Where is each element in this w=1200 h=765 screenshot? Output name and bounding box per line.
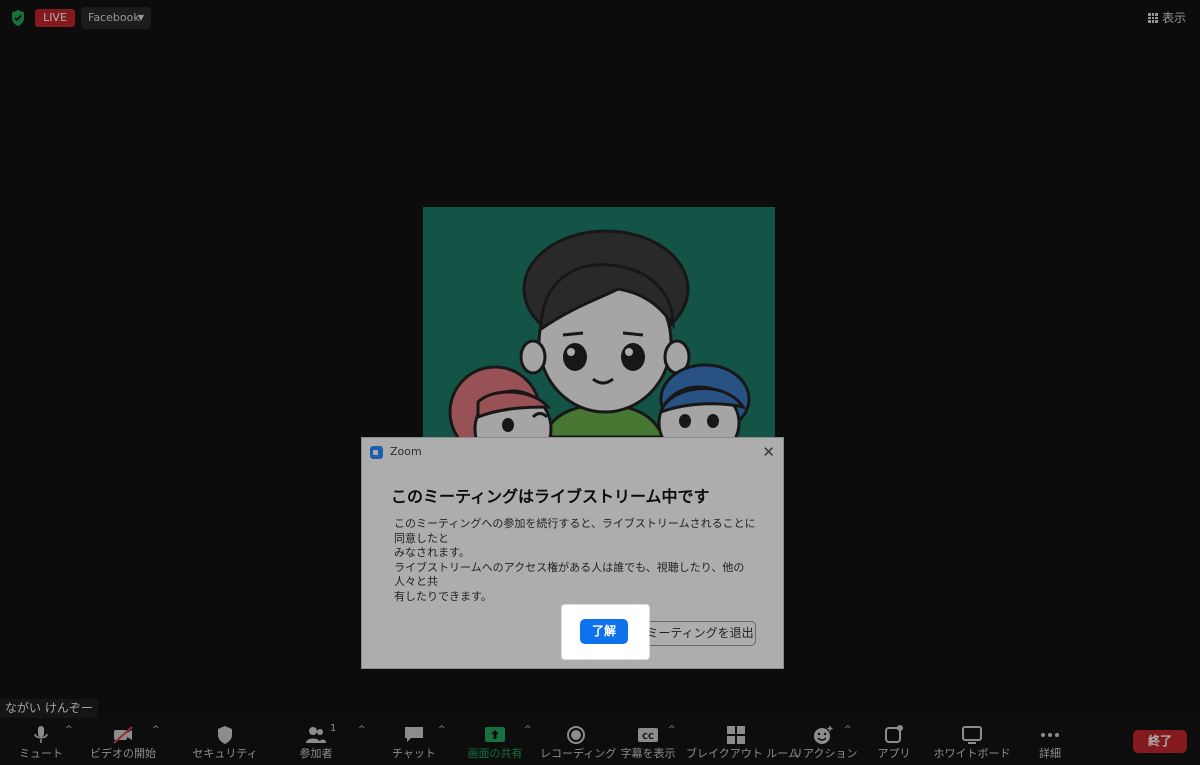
breakout-rooms-icon: [727, 726, 745, 744]
participant-name-label: ながい けんぞー: [0, 699, 98, 718]
share-screen-button[interactable]: 画面の共有: [462, 718, 528, 765]
share-screen-icon: [485, 727, 505, 742]
ok-button-highlight: 了解: [562, 605, 649, 659]
end-meeting-button[interactable]: 終了: [1133, 730, 1187, 753]
chevron-up-icon[interactable]: ^: [358, 725, 366, 735]
chevron-up-icon[interactable]: ^: [844, 725, 852, 735]
meeting-toolbar: ミュート ^ ビデオの開始 ^ セキュリティ 1 参加者 ^ チャット ^ 画面…: [0, 718, 1200, 765]
shield-icon: [218, 726, 232, 744]
dialog-body-line: ライブストリームへのアクセス権がある人は誰でも、視聴したり、他の人々と共: [394, 560, 745, 589]
meeting-top-bar: LIVE Facebook ▼ 表示: [0, 0, 1200, 36]
chat-icon: [405, 727, 423, 742]
whiteboard-button[interactable]: ホワイトボード: [932, 718, 1012, 765]
ok-button[interactable]: 了解: [580, 619, 628, 644]
participants-icon: [306, 727, 326, 743]
dialog-titlebar: Zoom ✕: [362, 438, 783, 466]
share-screen-label: 画面の共有: [467, 747, 523, 760]
chevron-up-icon[interactable]: ^: [668, 725, 676, 735]
chat-label: チャット: [392, 747, 436, 760]
apps-label: アプリ: [877, 747, 911, 760]
security-label: セキュリティ: [192, 747, 258, 760]
security-button[interactable]: セキュリティ: [190, 718, 260, 765]
breakout-rooms-label: ブレイクアウト ルーム: [686, 747, 799, 760]
stream-target-label: Facebook: [88, 11, 140, 24]
zoom-logo-icon: [370, 446, 383, 459]
more-label: 詳細: [1039, 747, 1061, 760]
start-video-label: ビデオの開始: [90, 747, 156, 760]
record-button[interactable]: レコーディング: [540, 718, 617, 765]
view-label: 表示: [1161, 11, 1186, 25]
more-icon: [1041, 733, 1059, 737]
video-off-icon: [113, 726, 133, 744]
microphone-icon: [34, 726, 48, 743]
apps-icon: [885, 725, 903, 743]
chevron-up-icon[interactable]: ^: [152, 725, 160, 735]
chevron-down-icon: ▼: [137, 13, 144, 22]
dialog-body-line: みなされます。: [394, 546, 470, 559]
stream-target-dropdown[interactable]: Facebook ▼: [81, 7, 151, 29]
apps-button[interactable]: アプリ: [868, 718, 920, 765]
chevron-up-icon[interactable]: ^: [65, 725, 73, 735]
chevron-up-icon[interactable]: ^: [438, 725, 446, 735]
whiteboard-icon: [962, 726, 982, 744]
chevron-up-icon[interactable]: ^: [524, 725, 532, 735]
live-badge[interactable]: LIVE: [35, 9, 75, 27]
record-label: レコーディング: [540, 747, 617, 760]
participants-button[interactable]: 1 参加者: [290, 718, 342, 765]
breakout-rooms-button[interactable]: ブレイクアウト ルーム: [686, 718, 799, 765]
chat-button[interactable]: チャット: [390, 718, 438, 765]
dialog-body-line: 有したりできます。: [394, 589, 492, 603]
whiteboard-label: ホワイトボード: [933, 747, 1011, 760]
dialog-body: このミーティングへの参加を続行すると、ライブストリームされることに同意したと み…: [394, 517, 759, 604]
view-button[interactable]: 表示: [1147, 9, 1186, 27]
participant-count: 1: [330, 723, 337, 734]
dialog-app-name: Zoom: [390, 445, 422, 458]
more-button[interactable]: 詳細: [1026, 718, 1074, 765]
mute-button[interactable]: ミュート: [14, 718, 68, 765]
record-icon: [567, 726, 585, 744]
dialog-heading: このミーティングはライブストリーム中です: [391, 487, 710, 506]
reaction-icon: [814, 726, 833, 744]
leave-meeting-button[interactable]: ミーティングを退出: [644, 621, 756, 646]
show-captions-label: 字幕を表示: [620, 747, 676, 760]
avatar-illustration: [423, 207, 775, 437]
start-video-button[interactable]: ビデオの開始: [86, 718, 160, 765]
participants-label: 参加者: [299, 747, 333, 760]
grid-view-icon: [1147, 13, 1158, 23]
svg-text:CC: CC: [642, 732, 654, 741]
close-icon[interactable]: ✕: [762, 443, 775, 461]
mute-label: ミュート: [19, 747, 63, 760]
dialog-body-line: このミーティングへの参加を続行すると、ライブストリームされることに同意したと: [394, 517, 756, 545]
participant-video-tile: [423, 207, 775, 437]
encryption-shield-icon[interactable]: [10, 9, 26, 27]
cc-icon: CC: [638, 728, 658, 742]
reactions-label: リアクション: [792, 747, 858, 760]
